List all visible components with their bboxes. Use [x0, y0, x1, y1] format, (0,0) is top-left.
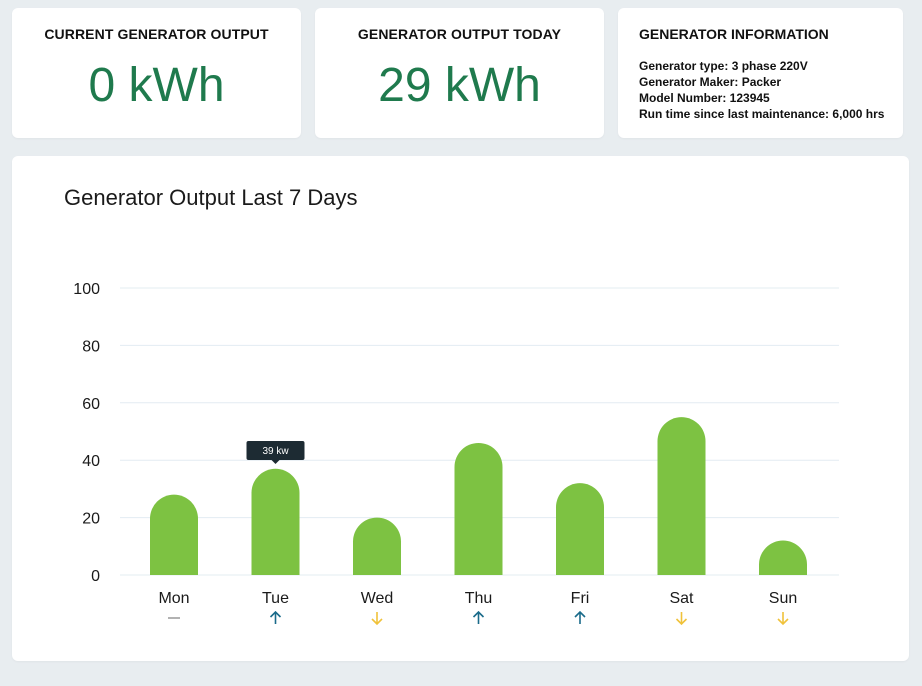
today-output-value: 29 kWh	[378, 59, 541, 112]
tooltip-text: 39 kw	[262, 446, 289, 457]
y-tick-label: 100	[73, 281, 100, 298]
y-tick-label: 80	[82, 338, 100, 355]
current-output-card: CURRENT GENERATOR OUTPUT 0 kWh	[12, 8, 301, 138]
current-output-title: CURRENT GENERATOR OUTPUT	[44, 26, 269, 42]
x-tick-label: Sun	[769, 590, 797, 607]
trend-down-arrow-icon	[675, 612, 688, 626]
generator-info-list: Generator type: 3 phase 220V Generator M…	[639, 58, 884, 122]
bar-sun	[759, 540, 807, 575]
bar-mon	[150, 494, 198, 575]
x-tick-label: Fri	[571, 590, 590, 607]
trend-down-arrow-icon	[777, 612, 789, 626]
trend-up-arrow-icon	[472, 610, 485, 624]
y-tick-label: 40	[82, 453, 100, 470]
x-tick-label: Sat	[669, 590, 694, 607]
x-tick-label: Mon	[158, 590, 189, 607]
y-tick-label: 60	[82, 396, 100, 413]
bar-wed	[353, 517, 401, 575]
trend-up-arrow-icon	[574, 610, 586, 624]
generator-maker: Generator Maker: Packer	[639, 75, 782, 89]
generator-info-title: GENERATOR INFORMATION	[639, 26, 829, 42]
bar-sat	[657, 417, 706, 575]
generator-type: Generator type: 3 phase 220V	[639, 59, 808, 73]
bar-thu	[454, 442, 503, 575]
output-chart-card: Generator Output Last 7 Days 0 20 40 60 80 10…	[12, 156, 909, 661]
x-tick-label: Wed	[361, 590, 394, 607]
runtime-since-maintenance: Run time since last maintenance: 6,000 h…	[639, 107, 885, 121]
x-tick-label: Thu	[465, 590, 493, 607]
trend-down-arrow-icon	[371, 612, 383, 626]
today-output-card: GENERATOR OUTPUT TODAY 29 kWh	[315, 8, 604, 138]
output-bar-chart: 0 20 40 60 80 100 Mon Tue Wed Thu Fri Sat Sun 39 kw	[73, 281, 839, 626]
x-tick-label: Tue	[262, 590, 289, 607]
y-tick-label: 0	[91, 568, 100, 585]
bar-tue	[251, 468, 300, 575]
generator-info-card: GENERATOR INFORMATION Generator type: 3 …	[618, 8, 903, 138]
model-number: Model Number: 123945	[639, 91, 770, 105]
bar-fri	[556, 483, 604, 575]
today-output-title: GENERATOR OUTPUT TODAY	[357, 26, 562, 42]
y-tick-label: 20	[82, 511, 100, 528]
trend-up-arrow-icon	[269, 610, 282, 624]
current-output-value: 0 kWh	[88, 59, 225, 112]
tooltip-pointer	[271, 460, 280, 464]
